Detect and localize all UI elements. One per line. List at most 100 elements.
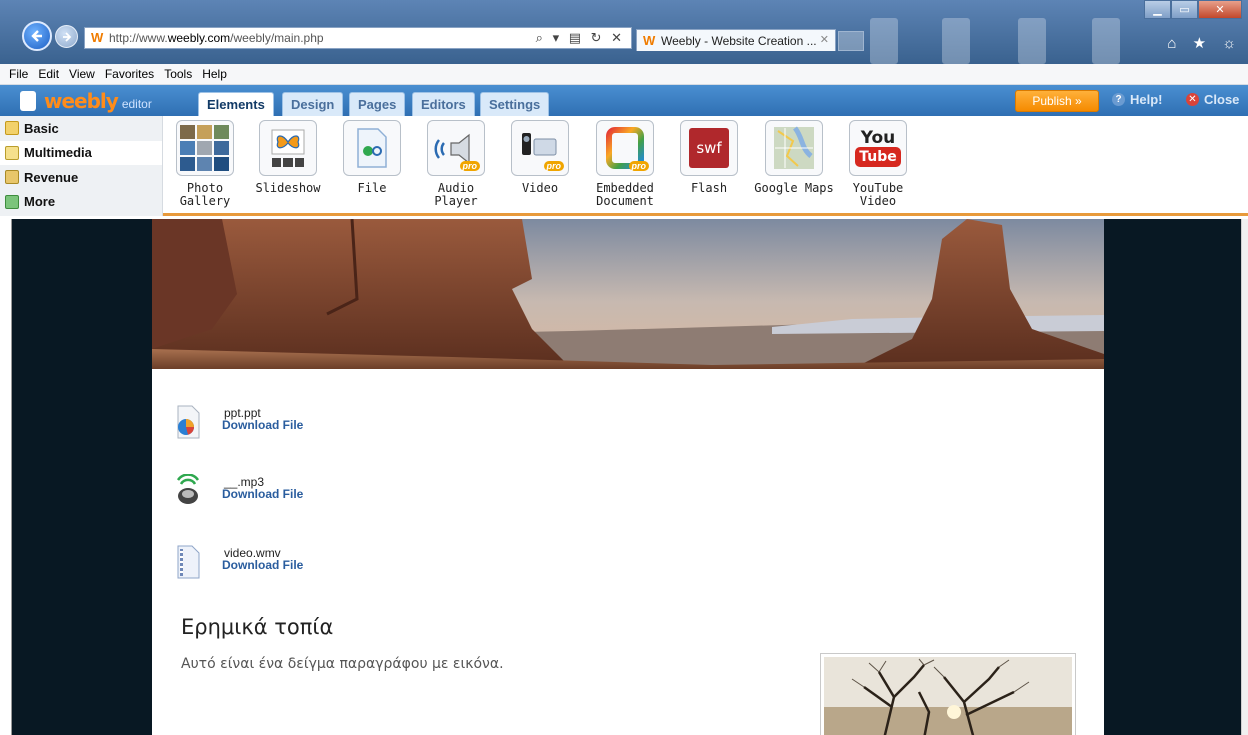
minimize-button[interactable]: ▁: [1144, 0, 1171, 19]
element-youtube-video[interactable]: You Tube YouTube Video: [840, 120, 916, 208]
weebly-logo: weebly editor: [20, 89, 152, 113]
element-label: Photo Gallery: [179, 181, 231, 208]
tab-design[interactable]: Design: [282, 92, 344, 116]
menu-help[interactable]: Help: [197, 67, 232, 81]
background-window: [1092, 18, 1120, 64]
paragraph-text[interactable]: Αυτό είναι ένα δείγμα παραγράφου με εικό…: [181, 656, 504, 672]
element-label: YouTube Video: [852, 181, 904, 208]
category-multimedia[interactable]: Multimedia: [0, 140, 162, 165]
maximize-button[interactable]: ▭: [1171, 0, 1198, 19]
flash-icon: swf: [680, 120, 738, 176]
category-basic[interactable]: Basic: [0, 116, 162, 141]
logo-text: weebly: [44, 89, 119, 113]
pro-badge: pro: [543, 161, 564, 171]
header-banner-image[interactable]: [152, 219, 1104, 369]
close-icon: ✕: [1186, 93, 1199, 106]
category-label: Basic: [24, 120, 59, 136]
youtube-tube-text: Tube: [855, 147, 901, 167]
logo-subtitle: editor: [121, 97, 152, 111]
category-list: Basic Multimedia Revenue More: [0, 116, 163, 216]
video-icon: pro: [511, 120, 569, 176]
slideshow-icon: [259, 120, 317, 176]
video-file-icon: [177, 545, 200, 579]
tab-editors[interactable]: Editors: [412, 92, 475, 116]
weebly-logo-icon: [20, 91, 36, 111]
tree-photo: [824, 657, 1072, 735]
background-window: [942, 18, 970, 64]
help-icon: ?: [1112, 93, 1125, 106]
download-file-link[interactable]: Download File: [222, 418, 303, 432]
element-label: Slideshow: [255, 181, 321, 195]
revenue-category-icon: [5, 170, 19, 184]
ppt-icon: [177, 405, 200, 439]
menu-favorites[interactable]: Favorites: [100, 67, 159, 81]
tab-elements[interactable]: Elements: [198, 92, 274, 116]
address-tools[interactable]: ⌕ ▾ ▤ ↻ ✕: [536, 30, 625, 46]
file-icon: [343, 120, 401, 176]
section-heading[interactable]: Ερημικά τοπία: [181, 615, 333, 639]
google-maps-icon: [765, 120, 823, 176]
window-controls: ▁ ▭ ✕: [1144, 0, 1242, 19]
swf-badge: swf: [689, 128, 729, 168]
window-close-button[interactable]: ✕: [1198, 0, 1242, 19]
element-file[interactable]: File: [334, 120, 410, 195]
photo-gallery-icon: [176, 120, 234, 176]
tab-settings[interactable]: Settings: [480, 92, 550, 116]
download-file-link[interactable]: Download File: [222, 558, 303, 572]
element-label: Embedded Document: [596, 181, 654, 208]
help-link[interactable]: ? Help!: [1112, 92, 1163, 107]
menu-tools[interactable]: Tools: [159, 67, 197, 81]
element-label: Google Maps: [754, 181, 834, 195]
audio-player-icon: pro: [427, 120, 485, 176]
category-more[interactable]: More: [0, 190, 162, 215]
elements-panel: Basic Multimedia Revenue More Photo Gall…: [0, 116, 1248, 216]
arrow-left-icon: [31, 30, 42, 42]
more-category-icon: [5, 194, 19, 209]
arrow-right-icon: [62, 31, 71, 42]
menu-bar: File Edit View Favorites Tools Help: [0, 64, 1248, 85]
element-audio-player[interactable]: pro Audio Player: [418, 120, 494, 208]
background-window: [1018, 18, 1046, 64]
browser-tab[interactable]: W Weebly - Website Creation ... ✕: [636, 29, 836, 51]
weebly-favicon-icon: W: [91, 30, 104, 45]
url-path: /weebly/main.php: [230, 31, 324, 45]
url-host: weebly.com: [167, 31, 231, 45]
youtube-you-text: You: [860, 128, 896, 148]
element-embedded-document[interactable]: pro Embedded Document: [587, 120, 663, 208]
browser-titlebar: W http://www. weebly.com/weebly/main.php …: [0, 0, 1248, 64]
new-tab-button[interactable]: [838, 31, 864, 51]
basic-category-icon: [5, 121, 19, 135]
publish-button[interactable]: Publish »: [1015, 90, 1099, 112]
help-label: Help!: [1130, 92, 1163, 107]
download-file-link[interactable]: Download File: [222, 487, 303, 501]
back-button[interactable]: [22, 21, 52, 51]
element-video[interactable]: pro Video: [502, 120, 578, 195]
element-flash[interactable]: swf Flash: [671, 120, 747, 195]
element-label: Flash: [690, 181, 728, 195]
menu-edit[interactable]: Edit: [33, 67, 64, 81]
tab-close-icon[interactable]: ✕: [820, 33, 829, 46]
background-window: [870, 18, 898, 64]
menu-view[interactable]: View: [64, 67, 100, 81]
vertical-scrollbar[interactable]: [1241, 219, 1248, 735]
element-slideshow[interactable]: Slideshow: [250, 120, 326, 195]
multimedia-category-icon: [5, 145, 19, 160]
element-google-maps[interactable]: Google Maps: [754, 120, 834, 195]
element-label: File: [357, 181, 387, 195]
category-revenue[interactable]: Revenue: [0, 165, 162, 190]
category-label: Revenue: [24, 169, 79, 185]
youtube-icon: You Tube: [849, 120, 907, 176]
close-link[interactable]: ✕ Close: [1186, 92, 1239, 107]
forward-button[interactable]: [55, 25, 78, 48]
home-favorites-tools-icons[interactable]: ⌂ ★ ☼: [1167, 34, 1242, 52]
element-photo-gallery[interactable]: Photo Gallery: [167, 120, 243, 208]
site-page: ppt.ppt Download File __.mp3 Download Fi…: [152, 219, 1104, 735]
close-label: Close: [1204, 92, 1240, 107]
element-label: Video: [521, 181, 559, 195]
menu-file[interactable]: File: [4, 67, 33, 81]
paragraph-image[interactable]: [820, 653, 1076, 735]
left-frame-edge: [0, 219, 12, 735]
address-bar[interactable]: W http://www. weebly.com/weebly/main.php …: [84, 27, 632, 49]
tab-pages[interactable]: Pages: [349, 92, 406, 116]
editor-toolbar: weebly editor Elements Design Pages Edit…: [0, 85, 1248, 116]
